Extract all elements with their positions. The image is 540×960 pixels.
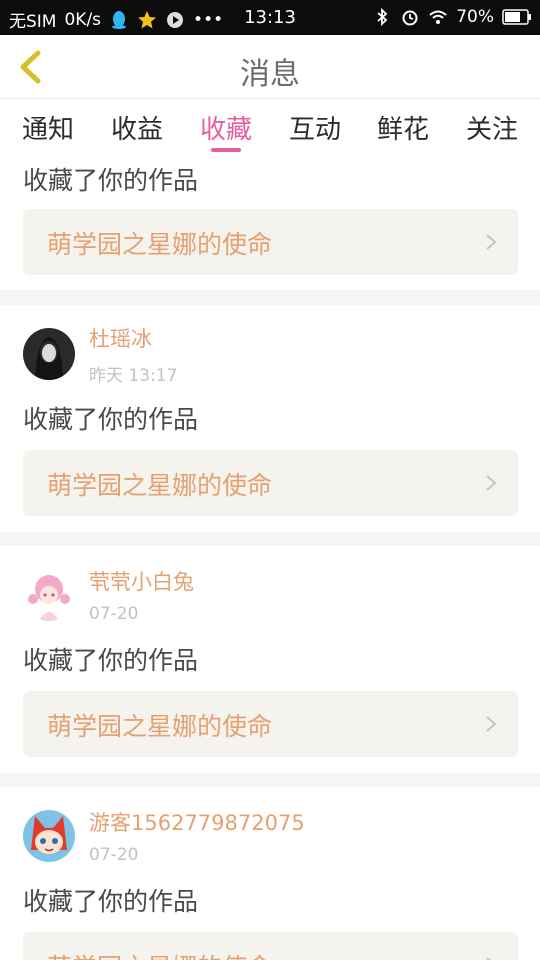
avatar[interactable] xyxy=(23,810,75,862)
work-title: 萌学园之星娜的使命 xyxy=(47,471,273,500)
tab-bar: 通知 收益 收藏 互动 鲜花 关注 xyxy=(0,99,540,157)
chevron-right-icon xyxy=(486,234,497,250)
message-text: 收藏了你的作品 xyxy=(23,166,199,195)
message-card: 杜瑶冰 昨天 13:17 收藏了你的作品 萌学园之星娜的使命 xyxy=(0,305,540,532)
tab-notifications[interactable]: 通知 xyxy=(13,109,83,146)
message-text: 收藏了你的作品 xyxy=(23,887,199,916)
bluetooth-icon xyxy=(377,7,388,27)
avatar[interactable] xyxy=(23,569,75,621)
tab-follows[interactable]: 关注 xyxy=(457,109,527,146)
tab-flowers[interactable]: 鲜花 xyxy=(368,109,438,146)
battery-icon xyxy=(502,9,531,25)
user-name[interactable]: 茕茕小白兔 xyxy=(89,566,194,596)
message-text: 收藏了你的作品 xyxy=(23,646,199,675)
alarm-icon xyxy=(402,10,418,26)
work-title: 萌学园之星娜的使命 xyxy=(47,948,272,960)
user-name[interactable]: 杜瑶冰 xyxy=(89,323,177,353)
work-link[interactable]: 萌学园之星娜的使命 xyxy=(23,450,518,516)
user-name[interactable]: 游客1562779872075 xyxy=(89,807,305,837)
message-card: 茕茕小白兔 07-20 收藏了你的作品 萌学园之星娜的使命 xyxy=(0,546,540,773)
nav-bar: 消息 xyxy=(0,35,540,99)
work-link[interactable]: 萌学园之星娜的使命 xyxy=(23,691,518,757)
chevron-right-icon xyxy=(486,957,491,960)
work-title: 萌学园之星娜的使命 xyxy=(47,230,273,259)
tab-earnings[interactable]: 收益 xyxy=(102,109,172,146)
status-bar: 无SIM 0K/s ••• 13:13 70% xyxy=(0,0,540,35)
active-tab-indicator xyxy=(211,148,241,152)
chevron-right-icon xyxy=(486,716,497,732)
work-link[interactable]: 萌学园之星娜的使命 xyxy=(23,209,518,275)
work-link[interactable]: 萌学园之星娜的使命 xyxy=(23,932,518,960)
tab-interactions[interactable]: 互动 xyxy=(280,109,350,146)
tab-favorites[interactable]: 收藏 xyxy=(191,109,261,146)
work-title: 萌学园之星娜的使命 xyxy=(47,712,273,741)
chevron-right-icon xyxy=(486,475,497,491)
message-card: 游客1562779872075 07-20 收藏了你的作品 萌学园之星娜的使命 xyxy=(0,787,540,960)
timestamp: 07-20 xyxy=(89,845,139,865)
timestamp: 07-20 xyxy=(89,604,139,624)
avatar[interactable] xyxy=(23,328,75,380)
page-title: 消息 xyxy=(240,57,300,92)
message-text: 收藏了你的作品 xyxy=(23,405,199,434)
timestamp: 昨天 13:17 xyxy=(89,365,178,386)
wifi-icon xyxy=(429,10,447,24)
message-feed[interactable]: 收藏了你的作品 萌学园之星娜的使命 杜瑶冰 昨天 13:17 收藏了你的作品 萌… xyxy=(0,157,540,960)
battery-percent: 70% xyxy=(456,7,494,27)
message-card: 收藏了你的作品 萌学园之星娜的使命 xyxy=(0,157,540,290)
